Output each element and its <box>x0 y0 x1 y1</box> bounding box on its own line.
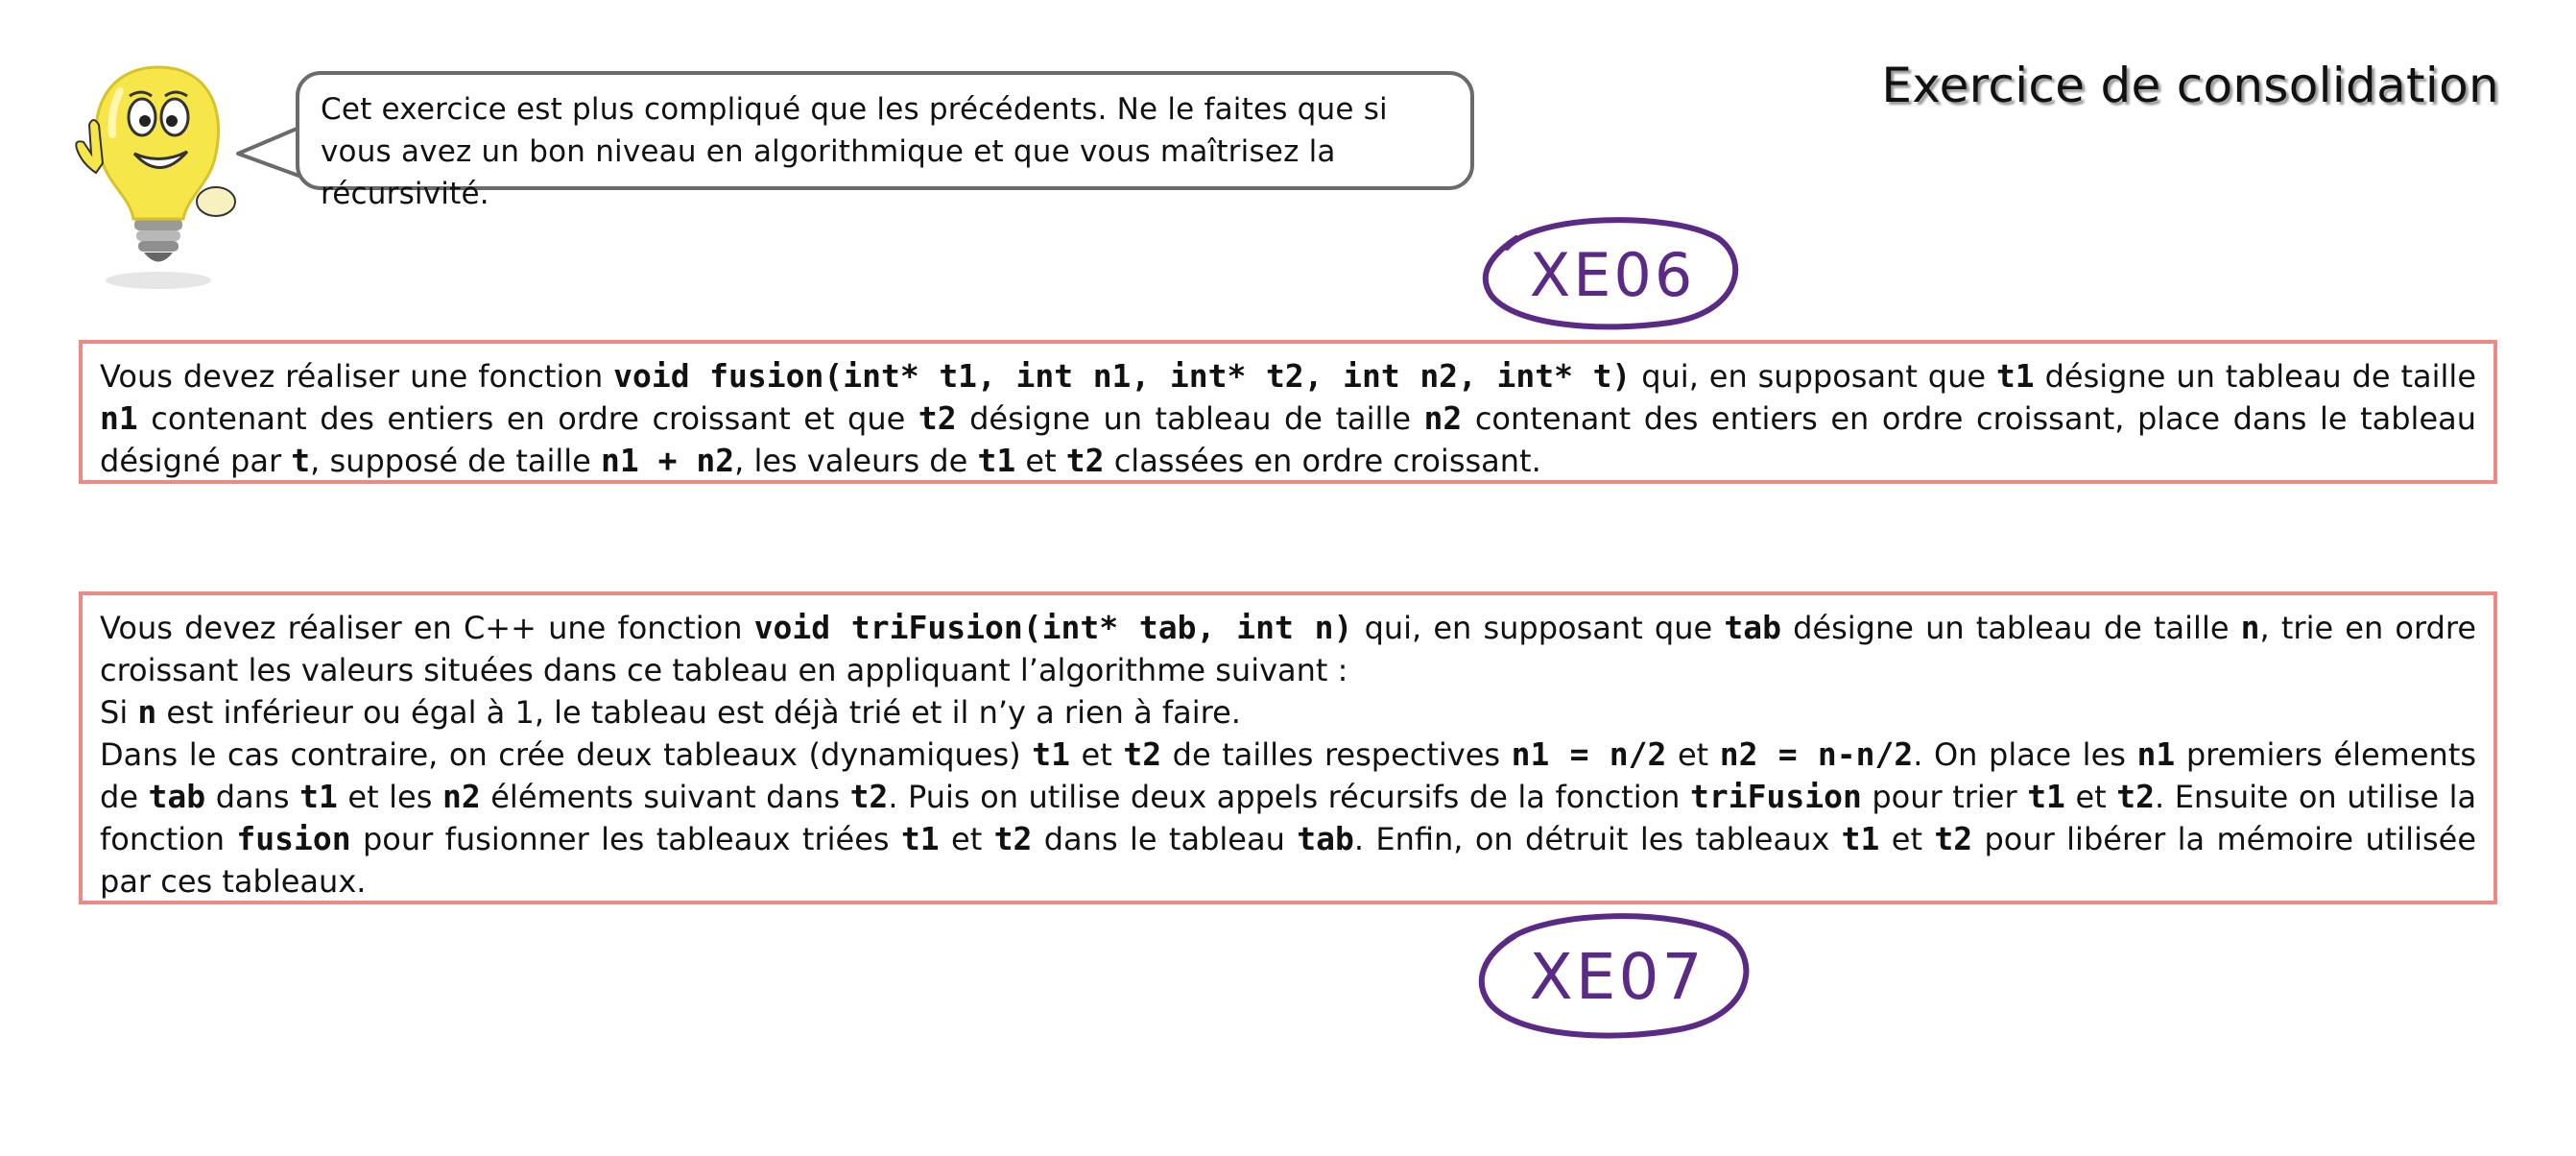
stamp-xe06: XE06 <box>1478 209 1747 334</box>
hint-text: Cet exercice est plus compliqué que les … <box>321 92 1388 211</box>
exercise-trifusion-intro: Vous devez réaliser en C++ une fonction … <box>100 609 2477 688</box>
stamp-xe06-label: XE06 <box>1530 240 1696 310</box>
lightbulb-mascot-icon <box>75 65 236 289</box>
code-signature: void triFusion(int* tab, int n) <box>753 609 1353 646</box>
exercise-box-fusion: Vous devez réaliser une fonction void fu… <box>79 340 2497 484</box>
stamp-xe07-label: XE07 <box>1530 940 1705 1014</box>
code-signature: void fusion(int* t1, int n1, int* t2, in… <box>613 357 1632 395</box>
exercise-trifusion-base-case: Si n est inférieur ou égal à 1, le table… <box>100 693 1241 731</box>
stamp-xe07: XE07 <box>1468 903 1766 1047</box>
hint-speech-bubble: Cet exercice est plus compliqué que les … <box>296 71 1474 211</box>
exercise-box-trifusion: Vous devez réaliser en C++ une fonction … <box>79 591 2497 904</box>
exercise-fusion-text: Vous devez réaliser une fonction void fu… <box>100 357 2477 479</box>
exercise-trifusion-recursive-case: Dans le cas contraire, on crée deux tabl… <box>100 735 2477 900</box>
page-title: Exercice de consolidation <box>1881 58 2499 113</box>
speech-bubble-tail <box>236 125 302 179</box>
